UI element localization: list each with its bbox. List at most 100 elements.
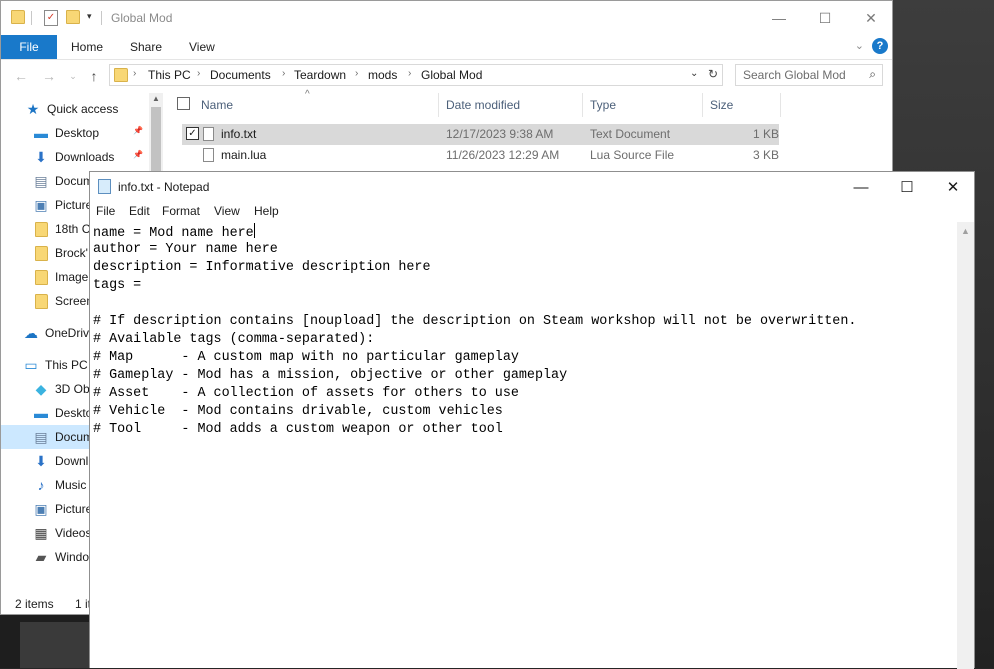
sidebar-item-quick-access[interactable]: ★ Quick access — [1, 97, 149, 121]
tab-home[interactable]: Home — [71, 40, 103, 54]
text-line: description = Informative description he… — [93, 260, 431, 275]
column-name[interactable]: Name — [201, 98, 233, 112]
column-divider[interactable] — [780, 93, 781, 117]
sidebar-item-label: Screen — [55, 294, 94, 308]
scroll-up-icon[interactable]: ▲ — [152, 94, 160, 103]
file-date: 11/26/2023 12:29 AM — [446, 148, 560, 162]
close-button[interactable]: ✕ — [930, 172, 976, 202]
recent-locations-icon[interactable]: ⌄ — [63, 66, 83, 86]
address-bar[interactable]: › This PC › Documents › Teardown › mods … — [109, 64, 723, 86]
chevron-right-icon[interactable]: › — [282, 68, 285, 79]
up-arrow-icon[interactable]: ↑ — [84, 66, 104, 86]
sidebar-item-label: 3D Ob — [55, 382, 90, 396]
sidebar-item-desktop[interactable]: ▬ Desktop 📌 — [1, 121, 149, 145]
menu-view[interactable]: View — [214, 204, 240, 218]
chevron-right-icon[interactable]: › — [133, 68, 136, 79]
column-date-modified[interactable]: Date modified — [446, 98, 520, 112]
file-type: Text Document — [590, 127, 671, 141]
notepad-icon[interactable] — [98, 179, 111, 194]
cube-icon: ◆ — [35, 380, 47, 397]
column-size[interactable]: Size — [710, 98, 733, 112]
select-all-checkbox[interactable] — [177, 97, 190, 110]
music-icon: ♪ — [37, 477, 45, 493]
pin-icon[interactable]: 📌 — [133, 126, 143, 135]
file-size: 1 KB — [753, 127, 780, 141]
column-type[interactable]: Type — [590, 98, 616, 112]
sidebar-item-label: Quick access — [47, 102, 119, 116]
row-checkbox[interactable]: ✓ — [186, 127, 199, 140]
folder-icon — [33, 221, 49, 237]
sort-ascending-icon: ^ — [305, 89, 310, 100]
sidebar-item-label: Picture — [55, 198, 93, 212]
breadcrumb-mods[interactable]: mods — [368, 68, 397, 82]
folder-icon — [33, 293, 49, 309]
scroll-up-icon[interactable]: ▲ — [961, 226, 970, 236]
video-icon: ▦ — [34, 524, 48, 541]
minimize-button[interactable]: — — [756, 1, 802, 35]
menu-file[interactable]: File — [96, 204, 115, 218]
maximize-button[interactable]: ☐ — [802, 1, 848, 35]
tab-view[interactable]: View — [189, 40, 215, 54]
breadcrumb-documents[interactable]: Documents — [210, 68, 271, 82]
chevron-down-icon[interactable]: ⌄ — [855, 39, 864, 52]
search-icon[interactable]: ⌕ — [869, 67, 876, 82]
column-divider[interactable] — [438, 93, 439, 117]
properties-icon[interactable]: ✓ — [44, 10, 58, 26]
folder-icon[interactable] — [11, 10, 25, 24]
text-line: # If description contains [noupload] the… — [93, 314, 857, 329]
cloud-icon: ☁ — [24, 324, 38, 341]
forward-arrow-icon[interactable]: → — [39, 66, 59, 86]
folder-icon — [33, 245, 49, 261]
editor-scrollbar[interactable]: ▲ — [957, 222, 974, 669]
tab-share[interactable]: Share — [130, 40, 162, 54]
search-input[interactable]: Search Global Mod — [743, 68, 846, 82]
desktop-taskbar-fragment — [20, 622, 90, 668]
maximize-button[interactable]: ☐ — [884, 172, 930, 202]
pictures-icon: ▣ — [34, 500, 48, 517]
menu-format[interactable]: Format — [162, 204, 200, 218]
column-divider[interactable] — [582, 93, 583, 117]
sidebar-item-label: Image — [55, 270, 89, 284]
chevron-right-icon[interactable]: › — [197, 68, 200, 79]
back-arrow-icon[interactable]: ← — [11, 66, 31, 86]
item-count: 2 items — [15, 597, 54, 611]
breadcrumb-this-pc[interactable]: This PC — [148, 68, 191, 82]
minimize-button[interactable]: — — [838, 172, 884, 202]
tab-file[interactable]: File — [1, 35, 57, 59]
sidebar-item-label: This PC — [45, 358, 88, 372]
search-box[interactable]: Search Global Mod ⌕ — [735, 64, 883, 86]
chevron-right-icon[interactable]: › — [408, 68, 411, 79]
sidebar-item-label: 18th C — [55, 222, 91, 236]
breadcrumb-teardown[interactable]: Teardown — [294, 68, 346, 82]
file-row-info-txt[interactable]: ✓ info.txt 12/17/2023 9:38 AM Text Docum… — [182, 124, 779, 145]
chevron-down-icon[interactable]: ⌄ — [690, 68, 698, 79]
sidebar-item-downloads[interactable]: ⬇ Downloads 📌 — [1, 145, 149, 169]
pin-icon[interactable]: 📌 — [133, 150, 143, 159]
window-title: Global Mod — [111, 11, 173, 25]
new-folder-icon[interactable] — [66, 10, 80, 24]
file-name: main.lua — [221, 148, 267, 162]
notepad-title-bar: info.txt - Notepad — ☐ ✕ — [90, 172, 974, 202]
close-button[interactable]: ✕ — [848, 1, 894, 35]
sidebar-item-label: Docum — [55, 174, 94, 188]
menu-help[interactable]: Help — [254, 204, 279, 218]
menu-bar: File Edit Format View Help — [90, 202, 974, 222]
sidebar-item-label: OneDriv — [45, 326, 90, 340]
desktop-icon: ▬ — [34, 405, 48, 421]
sidebar-item-label: Picture — [55, 502, 93, 516]
sidebar-item-label: Windo — [55, 550, 90, 564]
chevron-right-icon[interactable]: › — [355, 68, 358, 79]
customize-toolbar-icon[interactable]: ▾ — [87, 11, 92, 22]
document-icon: ▤ — [34, 428, 48, 445]
menu-edit[interactable]: Edit — [129, 204, 150, 218]
star-icon: ★ — [26, 100, 40, 117]
refresh-icon[interactable]: ↻ — [708, 67, 718, 81]
text-editor-area[interactable]: name = Mod name here author = Your name h… — [93, 223, 955, 669]
sidebar-item-label: Music — [55, 478, 87, 492]
column-divider[interactable] — [702, 93, 703, 117]
file-name: info.txt — [221, 127, 257, 141]
breadcrumb-global-mod[interactable]: Global Mod — [421, 68, 482, 82]
file-row-main-lua[interactable]: main.lua 11/26/2023 12:29 AM Lua Source … — [182, 145, 779, 166]
help-icon[interactable]: ? — [872, 38, 888, 54]
sidebar-item-label: Brock' — [55, 246, 88, 260]
